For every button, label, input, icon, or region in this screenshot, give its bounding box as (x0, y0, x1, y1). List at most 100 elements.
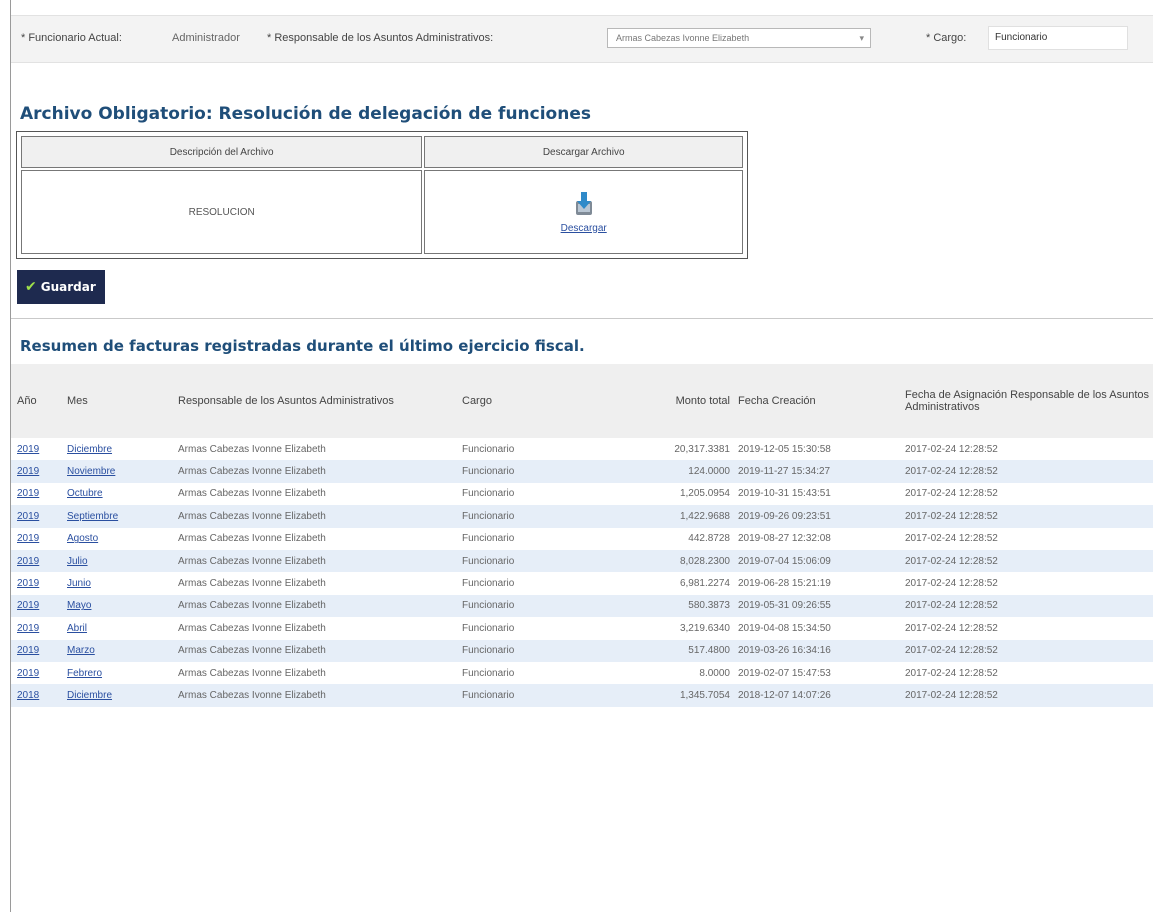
fecha-creacion-cell: 2019-04-08 15:34:50 (732, 617, 899, 640)
mes-link[interactable]: Diciembre (67, 444, 112, 455)
cargo-label: * Cargo: (926, 32, 967, 44)
mes-link[interactable]: Marzo (67, 645, 95, 656)
responsable-cell: Armas Cabezas Ivonne Elizabeth (172, 594, 456, 618)
mes-link[interactable]: Mayo (67, 600, 91, 611)
cargo-cell: Funcionario (456, 438, 617, 461)
fecha-creacion-cell: 2019-10-31 15:43:51 (732, 482, 899, 506)
mes-link[interactable]: Noviembre (67, 466, 115, 477)
divider (11, 318, 1153, 319)
cargo-field[interactable]: Funcionario (988, 26, 1128, 50)
resumen-title: Resumen de facturas registradas durante … (20, 337, 585, 355)
responsable-cell: Armas Cabezas Ivonne Elizabeth (172, 438, 456, 461)
col-descargar: Descargar Archivo (424, 136, 743, 168)
anio-link[interactable]: 2019 (17, 645, 39, 656)
table-row: 2019 Marzo Armas Cabezas Ivonne Elizabet… (11, 639, 1153, 662)
responsable-cell: Armas Cabezas Ivonne Elizabeth (172, 460, 456, 483)
anio-link[interactable]: 2018 (17, 690, 39, 701)
table-row: 2019 Diciembre Armas Cabezas Ivonne Eliz… (11, 438, 1153, 461)
table-row: 2018 Diciembre Armas Cabezas Ivonne Eliz… (11, 684, 1153, 707)
fecha-asignacion-cell: 2017-02-24 12:28:52 (899, 438, 1153, 461)
responsable-label: * Responsable de los Asuntos Administrat… (267, 32, 494, 44)
fecha-asignacion-cell: 2017-02-24 12:28:52 (899, 549, 1153, 573)
descargar-link[interactable]: Descargar (561, 223, 607, 234)
anio-link[interactable]: 2019 (17, 511, 39, 522)
table-row: 2019 Agosto Armas Cabezas Ivonne Elizabe… (11, 527, 1153, 550)
responsable-cell: Armas Cabezas Ivonne Elizabeth (172, 572, 456, 595)
responsable-cell: Armas Cabezas Ivonne Elizabeth (172, 684, 456, 707)
download-file-icon[interactable] (575, 191, 593, 217)
anio-link[interactable]: 2019 (17, 578, 39, 589)
fecha-creacion-cell: 2019-07-04 15:06:09 (732, 549, 899, 573)
anio-link[interactable]: 2019 (17, 623, 39, 634)
fecha-creacion-cell: 2019-06-28 15:21:19 (732, 572, 899, 595)
table-row: 2019 Septiembre Armas Cabezas Ivonne Eli… (11, 505, 1153, 528)
fecha-asignacion-cell: 2017-02-24 12:28:52 (899, 482, 1153, 506)
monto-cell: 8,028.2300 (617, 549, 732, 573)
col-fecha-creacion: Fecha Creación (732, 364, 899, 438)
monto-cell: 442.8728 (617, 527, 732, 550)
fecha-asignacion-cell: 2017-02-24 12:28:52 (899, 684, 1153, 707)
chevron-down-icon[interactable]: ▾ (859, 29, 864, 47)
fecha-creacion-cell: 2019-09-26 09:23:51 (732, 505, 899, 528)
mes-link[interactable]: Febrero (67, 668, 102, 679)
page-content: * Funcionario Actual: Administrador * Re… (11, 0, 1153, 912)
table-row: 2019 Febrero Armas Cabezas Ivonne Elizab… (11, 661, 1153, 685)
monto-cell: 124.0000 (617, 460, 732, 483)
cargo-cell: Funcionario (456, 639, 617, 662)
mes-link[interactable]: Diciembre (67, 690, 112, 701)
mes-link[interactable]: Abril (67, 623, 87, 634)
funcionario-value: Administrador (172, 32, 240, 44)
monto-cell: 517.4800 (617, 639, 732, 662)
fecha-asignacion-cell: 2017-02-24 12:28:52 (899, 527, 1153, 550)
table-row: 2019 Junio Armas Cabezas Ivonne Elizabet… (11, 572, 1153, 595)
fecha-asignacion-cell: 2017-02-24 12:28:52 (899, 594, 1153, 618)
cargo-cell: Funcionario (456, 661, 617, 685)
responsable-cell: Armas Cabezas Ivonne Elizabeth (172, 527, 456, 550)
monto-cell: 20,317.3381 (617, 438, 732, 461)
fecha-asignacion-cell: 2017-02-24 12:28:52 (899, 617, 1153, 640)
mes-link[interactable]: Junio (67, 578, 91, 589)
cargo-cell: Funcionario (456, 482, 617, 506)
col-fecha-asignacion: Fecha de Asignación Responsable de los A… (899, 364, 1153, 438)
fecha-creacion-cell: 2018-12-07 14:07:26 (732, 684, 899, 707)
monto-cell: 8.0000 (617, 661, 732, 685)
anio-link[interactable]: 2019 (17, 556, 39, 567)
monto-cell: 3,219.6340 (617, 617, 732, 640)
responsable-cell: Armas Cabezas Ivonne Elizabeth (172, 639, 456, 662)
fecha-creacion-cell: 2019-05-31 09:26:55 (732, 594, 899, 618)
table-row: 2019 Noviembre Armas Cabezas Ivonne Eliz… (11, 460, 1153, 483)
responsable-cell: Armas Cabezas Ivonne Elizabeth (172, 549, 456, 573)
monto-cell: 1,422.9688 (617, 505, 732, 528)
cargo-cell: Funcionario (456, 549, 617, 573)
col-responsable: Responsable de los Asuntos Administrativ… (172, 364, 456, 438)
fecha-creacion-cell: 2019-12-05 15:30:58 (732, 438, 899, 461)
mes-link[interactable]: Agosto (67, 533, 98, 544)
mes-link[interactable]: Septiembre (67, 511, 118, 522)
responsable-cell: Armas Cabezas Ivonne Elizabeth (172, 617, 456, 640)
col-descripcion: Descripción del Archivo (21, 136, 423, 168)
archivo-table: Descripción del Archivo Descargar Archiv… (16, 131, 748, 259)
monto-cell: 580.3873 (617, 594, 732, 618)
cargo-cell: Funcionario (456, 684, 617, 707)
anio-link[interactable]: 2019 (17, 600, 39, 611)
mes-link[interactable]: Julio (67, 556, 88, 567)
anio-link[interactable]: 2019 (17, 488, 39, 499)
table-row: 2019 Abril Armas Cabezas Ivonne Elizabet… (11, 617, 1153, 640)
anio-link[interactable]: 2019 (17, 444, 39, 455)
anio-link[interactable]: 2019 (17, 466, 39, 477)
fecha-asignacion-cell: 2017-02-24 12:28:52 (899, 572, 1153, 595)
fecha-creacion-cell: 2019-08-27 12:32:08 (732, 527, 899, 550)
guardar-label: Guardar (40, 280, 96, 294)
fecha-asignacion-cell: 2017-02-24 12:28:52 (899, 460, 1153, 483)
archivo-title: Archivo Obligatorio: Resolución de deleg… (20, 104, 591, 124)
mes-link[interactable]: Octubre (67, 488, 103, 499)
fecha-asignacion-cell: 2017-02-24 12:28:52 (899, 639, 1153, 662)
responsable-cell: Armas Cabezas Ivonne Elizabeth (172, 661, 456, 685)
anio-link[interactable]: 2019 (17, 533, 39, 544)
facturas-table: Año Mes Responsable de los Asuntos Admin… (11, 364, 1153, 707)
anio-link[interactable]: 2019 (17, 668, 39, 679)
fecha-asignacion-cell: 2017-02-24 12:28:52 (899, 661, 1153, 685)
guardar-button[interactable]: ✔ Guardar (17, 270, 105, 304)
responsable-select[interactable]: Armas Cabezas Ivonne Elizabeth ▾ (607, 28, 871, 48)
cargo-cell: Funcionario (456, 617, 617, 640)
